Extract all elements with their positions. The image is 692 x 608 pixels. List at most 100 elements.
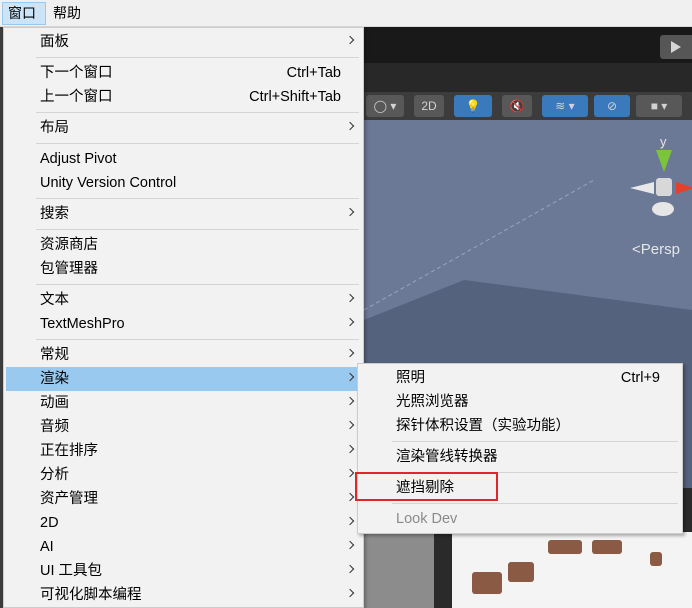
menu-bar: 窗口 帮助 — [0, 0, 692, 27]
menu-separator — [36, 112, 359, 113]
chevron-right-icon — [345, 564, 355, 574]
lower-left-panel — [364, 534, 434, 608]
submenu-item-light-explorer[interactable]: 光照浏览器 — [360, 390, 680, 414]
menu-item-label: 文本 — [40, 292, 69, 308]
menu-item-adjust-pivot[interactable]: Adjust Pivot — [6, 147, 361, 171]
furniture-model — [650, 552, 662, 566]
effects-toggle-button[interactable]: ≋ ▾ — [542, 95, 588, 117]
toggle-2d-button[interactable]: 2D — [414, 95, 444, 117]
window-menu-dropdown: 面板 下一个窗口 Ctrl+Tab 上一个窗口 Ctrl+Shift+Tab 布局 … — [3, 27, 364, 608]
menu-item-label: 包管理器 — [40, 261, 98, 277]
menu-item-textmeshpro[interactable]: TextMeshPro — [6, 312, 361, 336]
menu-separator — [36, 198, 359, 199]
play-icon — [671, 41, 681, 53]
menu-item-previous-window[interactable]: 上一个窗口 Ctrl+Shift+Tab — [6, 85, 361, 109]
menu-window[interactable]: 窗口 — [2, 2, 46, 25]
menu-separator — [36, 57, 359, 58]
menu-item-label: 搜索 — [40, 206, 69, 222]
menu-separator — [36, 229, 359, 230]
play-button[interactable] — [660, 35, 692, 59]
submenu-item-lighting[interactable]: 照明 Ctrl+9 — [360, 366, 680, 390]
menu-help[interactable]: 帮助 — [48, 2, 86, 25]
chevron-right-icon — [345, 35, 355, 45]
preview-view — [452, 532, 692, 608]
lighting-toggle-button[interactable]: 💡 — [454, 95, 492, 117]
menu-item-label: 下一个窗口 — [40, 65, 113, 81]
gizmo-center[interactable] — [656, 178, 672, 196]
scene-toolbar: ◯ ▾ 2D 💡 🔇 ≋ ▾ ⊘ ■ ▾ — [364, 92, 692, 120]
menu-item-label: Adjust Pivot — [40, 151, 117, 167]
menu-separator — [36, 143, 359, 144]
menu-item-label: 分析 — [40, 467, 69, 483]
menu-item-shortcut: Ctrl+9 — [620, 370, 660, 386]
chevron-right-icon — [345, 420, 355, 430]
menu-separator — [392, 503, 678, 504]
menu-item-label: 正在排序 — [40, 443, 98, 459]
menu-item-ui-toolkit[interactable]: UI 工具包 — [6, 559, 361, 583]
annotation-highlight-box — [355, 472, 498, 501]
chevron-right-icon — [345, 516, 355, 526]
menu-item-audio[interactable]: 音频 — [6, 415, 361, 439]
chevron-right-icon — [345, 121, 355, 131]
menu-item-label: 常规 — [40, 347, 69, 363]
menu-item-label: 探针体积设置（实验功能） — [396, 418, 570, 434]
chevron-right-icon — [345, 372, 355, 382]
menu-item-label: TextMeshPro — [40, 316, 125, 332]
menu-item-label: 渲染 — [40, 371, 69, 387]
menu-item-label: 布局 — [40, 120, 69, 136]
menu-item-label: 光照浏览器 — [396, 394, 469, 410]
perspective-label[interactable]: <Persp — [632, 241, 680, 258]
menu-item-layout[interactable]: 布局 — [6, 116, 361, 140]
chevron-right-icon — [345, 348, 355, 358]
menu-item-label: Look Dev — [396, 511, 458, 527]
gizmo-x-neg-axis[interactable] — [630, 182, 654, 194]
submenu-item-render-pipeline-converter[interactable]: 渲染管线转换器 — [360, 445, 680, 469]
furniture-model — [592, 540, 622, 554]
visibility-toggle-button[interactable]: ⊘ — [594, 95, 630, 117]
menu-item-label: 照明 — [396, 370, 425, 386]
menu-item-search[interactable]: 搜索 — [6, 202, 361, 226]
furniture-model — [508, 562, 534, 582]
menu-item-ai[interactable]: AI — [6, 535, 361, 559]
menu-item-unity-version-control[interactable]: Unity Version Control — [6, 171, 361, 195]
menu-item-visual-scripting[interactable]: 可视化脚本编程 — [6, 583, 361, 607]
furniture-model — [472, 572, 502, 594]
menu-item-sequencing[interactable]: 正在排序 — [6, 439, 361, 463]
chevron-right-icon — [345, 317, 355, 327]
menu-item-label: 动画 — [40, 395, 69, 411]
menu-item-analysis[interactable]: 分析 — [6, 463, 361, 487]
editor-toolbar — [364, 27, 692, 63]
menu-item-2d[interactable]: 2D — [6, 511, 361, 535]
submenu-item-look-dev: Look Dev — [360, 507, 680, 531]
menu-separator — [36, 284, 359, 285]
menu-item-label: 渲染管线转换器 — [396, 449, 498, 465]
gizmo-y-axis[interactable] — [656, 150, 672, 172]
menu-item-label: Unity Version Control — [40, 175, 177, 191]
menu-item-general[interactable]: 常规 — [6, 343, 361, 367]
audio-toggle-button[interactable]: 🔇 — [502, 95, 532, 117]
menu-item-label: 资产管理 — [40, 491, 98, 507]
menu-item-animation[interactable]: 动画 — [6, 391, 361, 415]
menu-item-panels[interactable]: 面板 — [6, 30, 361, 54]
menu-item-text[interactable]: 文本 — [6, 288, 361, 312]
menu-item-shortcut: Ctrl+Shift+Tab — [249, 89, 341, 105]
menu-item-next-window[interactable]: 下一个窗口 Ctrl+Tab — [6, 61, 361, 85]
menu-item-package-manager[interactable]: 包管理器 — [6, 257, 361, 281]
chevron-right-icon — [345, 468, 355, 478]
menu-item-asset-store[interactable]: 资源商店 — [6, 233, 361, 257]
menu-separator — [392, 441, 678, 442]
shading-mode-button[interactable]: ◯ ▾ — [366, 95, 404, 117]
gizmo-y-label: y — [660, 134, 667, 149]
menu-item-label: 资源商店 — [40, 237, 98, 253]
chevron-right-icon — [345, 492, 355, 502]
chevron-right-icon — [345, 540, 355, 550]
menu-item-label: 可视化脚本编程 — [40, 587, 142, 603]
camera-settings-button[interactable]: ■ ▾ — [636, 95, 682, 117]
chevron-right-icon — [345, 207, 355, 217]
menu-item-shortcut: Ctrl+Tab — [286, 65, 341, 81]
menu-item-rendering[interactable]: 渲染 — [6, 367, 361, 391]
submenu-item-probe-volume-settings[interactable]: 探针体积设置（实验功能） — [360, 414, 680, 438]
menu-item-asset-management[interactable]: 资产管理 — [6, 487, 361, 511]
gizmo-z-axis[interactable] — [652, 202, 674, 216]
gizmo-x-axis[interactable] — [676, 182, 692, 194]
